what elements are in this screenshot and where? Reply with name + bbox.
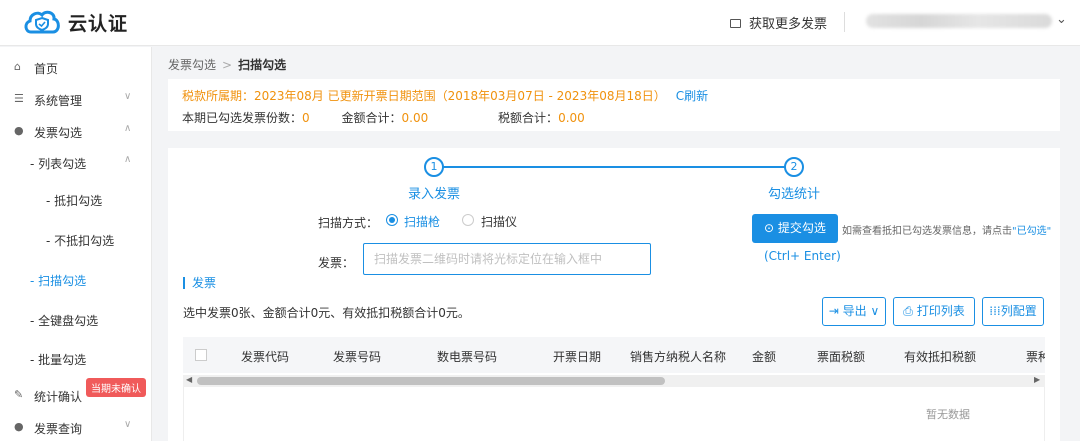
- header-divider: [844, 12, 845, 32]
- scroll-left-icon[interactable]: ◀: [186, 375, 192, 384]
- selection-summary: 选中发票0张、金额合计0元、有效抵扣税额合计0元。: [183, 306, 470, 320]
- checked-link[interactable]: "已勾选": [1012, 226, 1051, 237]
- tax-label: 税额合计：: [498, 111, 559, 125]
- edit-icon: ✎: [14, 388, 24, 401]
- cloud-shield-logo-icon: [24, 10, 60, 34]
- check-circle-icon: ●: [14, 124, 24, 137]
- tax-value: 0.00: [558, 111, 585, 125]
- sidebar: ⌂ 首页 ☰ 系统管理 ∨ ● 发票勾选 ∧ - 列表勾选 ∧ - 抵扣勾选 -…: [0, 47, 152, 441]
- chevron-down-icon: ∨: [866, 304, 880, 318]
- export-label: 导出: [842, 304, 867, 318]
- scrollbar-thumb[interactable]: [197, 377, 665, 385]
- refresh-link[interactable]: C刷新: [676, 89, 708, 103]
- col-invoice-number[interactable]: 发票号码: [333, 348, 381, 365]
- col-effective-tax[interactable]: 有效抵扣税额: [904, 348, 976, 365]
- chevron-up-icon: ∧: [124, 123, 132, 134]
- chevron-down-icon: ∨: [124, 419, 132, 430]
- print-list-button[interactable]: ⎙ 打印列表: [893, 297, 975, 326]
- count-value: 0: [302, 111, 310, 125]
- scan-panel: 1 2 录入发票 勾选统计 扫描方式： 扫描枪 扫描仪 发票： ⊙ 提交勾选 如…: [168, 148, 1060, 441]
- top-bar: 云认证 获取更多发票 ⌄: [0, 0, 1080, 46]
- user-account-blurred[interactable]: [866, 14, 1052, 28]
- col-invoice-type[interactable]: 票种: [1026, 348, 1045, 365]
- chevron-up-icon: ∧: [124, 154, 132, 165]
- columns-config-label: 列配置: [1000, 304, 1037, 318]
- sidebar-item-label: 发票查询: [34, 422, 83, 436]
- col-digital-number[interactable]: 数电票号码: [437, 348, 497, 365]
- invoice-scan-input[interactable]: [363, 243, 651, 275]
- columns-icon: ⁞⁞⁞: [989, 304, 1001, 318]
- print-icon: ⎙: [903, 304, 917, 318]
- step-1-label: 录入发票: [408, 187, 461, 202]
- breadcrumb-current: 扫描勾选: [238, 58, 287, 72]
- scroll-right-icon[interactable]: ▶: [1034, 375, 1040, 384]
- amount-value: 0.00: [401, 111, 429, 125]
- more-invoices-link[interactable]: 获取更多发票: [730, 13, 827, 32]
- sidebar-item-label: 系统管理: [34, 94, 83, 108]
- home-icon: ⌂: [14, 60, 21, 73]
- horizontal-scrollbar[interactable]: ◀ ▶: [183, 375, 1045, 387]
- hint-text: 如需查看抵扣已勾选发票信息，请点击: [842, 226, 1012, 237]
- check-circle-icon: ⊙: [764, 221, 778, 235]
- settings-icon: ☰: [14, 92, 24, 105]
- breadcrumb-parent[interactable]: 发票勾选: [168, 58, 216, 72]
- radio-scan-gun[interactable]: [386, 214, 398, 226]
- step-2-label: 勾选统计: [768, 187, 821, 202]
- chevron-down-icon: ∨: [124, 91, 132, 102]
- breadcrumb: 发票勾选 > 扫描勾选: [168, 56, 286, 73]
- sidebar-item-label: - 列表勾选: [30, 157, 87, 171]
- invoice-label: 发票：: [318, 256, 355, 270]
- table-body: [183, 387, 1045, 441]
- sidebar-item-label: - 不抵扣勾选: [46, 234, 115, 248]
- col-invoice-code[interactable]: 发票代码: [241, 348, 289, 365]
- submit-check-button[interactable]: ⊙ 提交勾选: [752, 214, 838, 243]
- sidebar-item-label: - 批量勾选: [30, 353, 87, 367]
- export-icon: ⇥: [828, 304, 843, 318]
- period-text: 税款所属期：2023年08月 已更新开票日期范围（2018年03月07日 - 2…: [182, 89, 666, 103]
- sidebar-item-label: - 全键盘勾选: [30, 314, 99, 328]
- sidebar-item-label: 发票勾选: [34, 126, 83, 140]
- amount-label: 金额合计：: [341, 111, 402, 125]
- col-seller-name[interactable]: 销售方纳税人名称: [630, 348, 726, 365]
- sidebar-item-label: 首页: [34, 62, 59, 76]
- columns-config-button[interactable]: ⁞⁞⁞列配置: [982, 297, 1044, 326]
- section-title: 发票: [183, 277, 216, 289]
- radio-scan-gun-label[interactable]: 扫描枪: [404, 213, 440, 230]
- col-amount[interactable]: 金额: [752, 348, 776, 365]
- app-name: 云认证: [68, 13, 129, 35]
- step-progress-line: [442, 166, 787, 168]
- scan-mode-label: 扫描方式：: [318, 216, 379, 230]
- col-face-tax[interactable]: 票面税额: [817, 348, 865, 365]
- sidebar-item-label: - 扫描勾选: [30, 274, 87, 288]
- status-badge: 当期未确认: [86, 378, 146, 397]
- count-label: 本期已勾选发票份数：: [182, 111, 303, 125]
- submit-hint: 如需查看抵扣已勾选发票信息，请点击"已勾选": [842, 222, 1051, 237]
- sidebar-item-label: - 抵扣勾选: [46, 194, 103, 208]
- col-issue-date[interactable]: 开票日期: [553, 348, 601, 365]
- radio-scanner-label[interactable]: 扫描仪: [481, 213, 517, 230]
- search-icon: ●: [14, 420, 24, 433]
- more-invoices-label: 获取更多发票: [749, 17, 828, 32]
- invoice-icon: [730, 19, 741, 28]
- select-all-checkbox[interactable]: [195, 349, 207, 361]
- submit-check-label: 提交勾选: [777, 221, 826, 235]
- sidebar-item-label: 统计确认: [34, 390, 83, 404]
- step-2-circle: 2: [784, 157, 804, 177]
- chevron-right-icon: >: [222, 58, 233, 72]
- table-header: 发票代码 发票号码 数电票号码 开票日期 销售方纳税人名称 金额 票面税额 有效…: [183, 337, 1045, 373]
- empty-text: 暂无数据: [926, 408, 970, 421]
- radio-scanner[interactable]: [462, 214, 474, 226]
- shortcut-hint: (Ctrl+ Enter): [764, 249, 841, 263]
- export-button[interactable]: ⇥ 导出 ∨: [822, 297, 886, 326]
- chevron-down-icon[interactable]: ⌄: [1056, 12, 1067, 27]
- period-notice: 税款所属期：2023年08月 已更新开票日期范围（2018年03月07日 - 2…: [168, 79, 1060, 131]
- print-label: 打印列表: [916, 304, 965, 318]
- step-1-circle: 1: [424, 157, 444, 177]
